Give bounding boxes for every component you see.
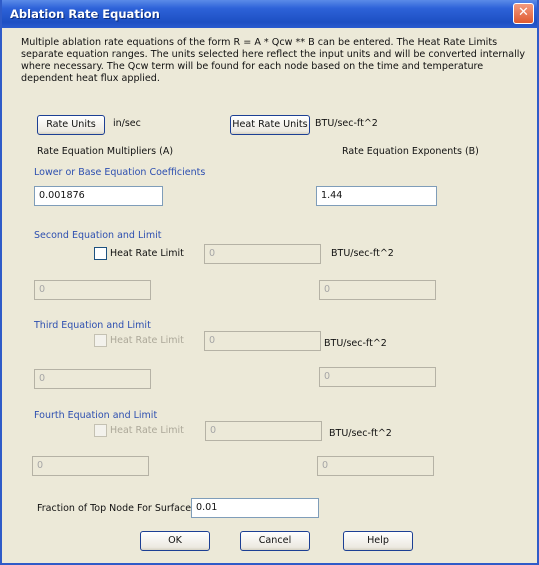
- base-multiplier-input[interactable]: 0.001876: [34, 186, 163, 206]
- cancel-button[interactable]: Cancel: [240, 531, 310, 551]
- close-icon: ✕: [518, 5, 529, 20]
- second-limit-input[interactable]: 0: [204, 244, 321, 264]
- fourth-limit-input[interactable]: 0: [205, 421, 322, 441]
- second-heat-rate-limit-checkbox[interactable]: [94, 247, 107, 260]
- heat-rate-units-button[interactable]: Heat Rate Units: [230, 115, 310, 135]
- fourth-limit-units: BTU/sec-ft^2: [329, 428, 392, 439]
- third-heat-rate-limit-label: Heat Rate Limit: [110, 335, 184, 346]
- dialog-title: Ablation Rate Equation: [10, 7, 160, 21]
- ok-button[interactable]: OK: [140, 531, 210, 551]
- close-button[interactable]: ✕: [513, 3, 534, 24]
- third-exponent-input[interactable]: 0: [319, 367, 436, 387]
- third-multiplier-input[interactable]: 0: [34, 369, 151, 389]
- second-exponent-input[interactable]: 0: [319, 280, 436, 300]
- description-text: Multiple ablation rate equations of the …: [21, 37, 526, 84]
- help-button[interactable]: Help: [343, 531, 413, 551]
- second-heat-rate-limit-label: Heat Rate Limit: [110, 248, 184, 259]
- second-multiplier-input[interactable]: 0: [34, 280, 151, 300]
- exponents-header: Rate Equation Exponents (B): [342, 146, 479, 157]
- fourth-heat-rate-limit-checkbox[interactable]: [94, 424, 107, 437]
- second-equation-title: Second Equation and Limit: [34, 230, 162, 241]
- third-limit-input[interactable]: 0: [204, 331, 321, 351]
- fourth-exponent-input[interactable]: 0: [317, 456, 434, 476]
- third-equation-title: Third Equation and Limit: [34, 320, 151, 331]
- title-bar[interactable]: Ablation Rate Equation ✕: [2, 0, 537, 28]
- fraction-label: Fraction of Top Node For Surface:: [37, 503, 195, 514]
- fourth-heat-rate-limit-label: Heat Rate Limit: [110, 425, 184, 436]
- fourth-multiplier-input[interactable]: 0: [32, 456, 149, 476]
- base-exponent-input[interactable]: 1.44: [316, 186, 437, 206]
- second-limit-units: BTU/sec-ft^2: [331, 248, 394, 259]
- heat-rate-units-value: BTU/sec-ft^2: [315, 118, 378, 129]
- multipliers-header: Rate Equation Multipliers (A): [37, 146, 174, 157]
- base-equation-title: Lower or Base Equation Coefficients: [34, 167, 206, 178]
- third-heat-rate-limit-checkbox[interactable]: [94, 334, 107, 347]
- ablation-rate-dialog: Ablation Rate Equation ✕ Multiple ablati…: [0, 0, 539, 565]
- fourth-equation-title: Fourth Equation and Limit: [34, 410, 158, 421]
- fraction-input[interactable]: 0.01: [191, 498, 319, 518]
- rate-units-value: in/sec: [113, 118, 141, 129]
- third-limit-units: BTU/sec-ft^2: [324, 338, 387, 349]
- rate-units-button[interactable]: Rate Units: [37, 115, 105, 135]
